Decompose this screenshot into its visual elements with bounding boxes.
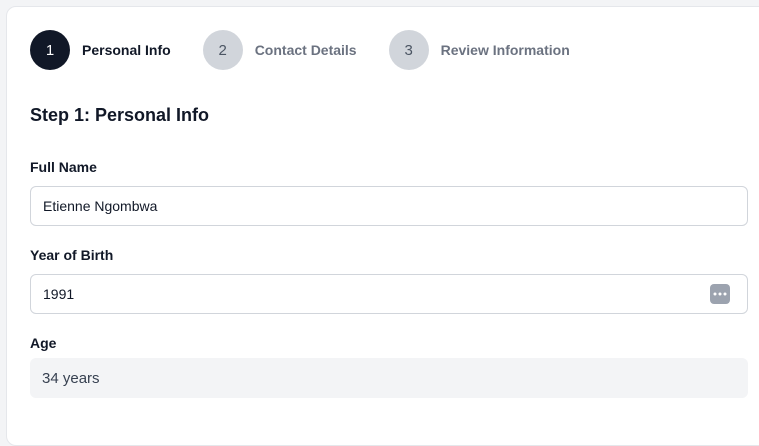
step-contact-details[interactable]: 2 Contact Details	[202, 30, 357, 70]
step-label-contact-details: Contact Details	[254, 42, 357, 58]
step-title: Step 1: Personal Info	[30, 105, 210, 125]
full-name-label: Full Name	[30, 159, 97, 175]
stepper: 1 Personal Info 2 Contact Details 3 Revi…	[30, 30, 602, 70]
step-review-information[interactable]: 3 Review Information	[388, 30, 570, 70]
step-label-personal-info: Personal Info	[82, 42, 171, 58]
step-number-2: 2	[202, 30, 243, 70]
step-personal-info[interactable]: 1 Personal Info	[30, 30, 171, 70]
step-number-1: 1	[30, 30, 70, 70]
age-readonly-field: 34 years	[30, 358, 748, 398]
step-label-review-information: Review Information	[440, 42, 570, 58]
year-of-birth-input[interactable]	[30, 274, 748, 314]
more-dots-icon[interactable]	[710, 284, 730, 304]
year-of-birth-label: Year of Birth	[30, 247, 114, 263]
more-dots-glyph	[713, 292, 727, 296]
full-name-input[interactable]	[30, 186, 748, 226]
age-value: 34 years	[42, 369, 100, 387]
age-label: Age	[30, 335, 57, 351]
step-number-3: 3	[388, 30, 429, 70]
